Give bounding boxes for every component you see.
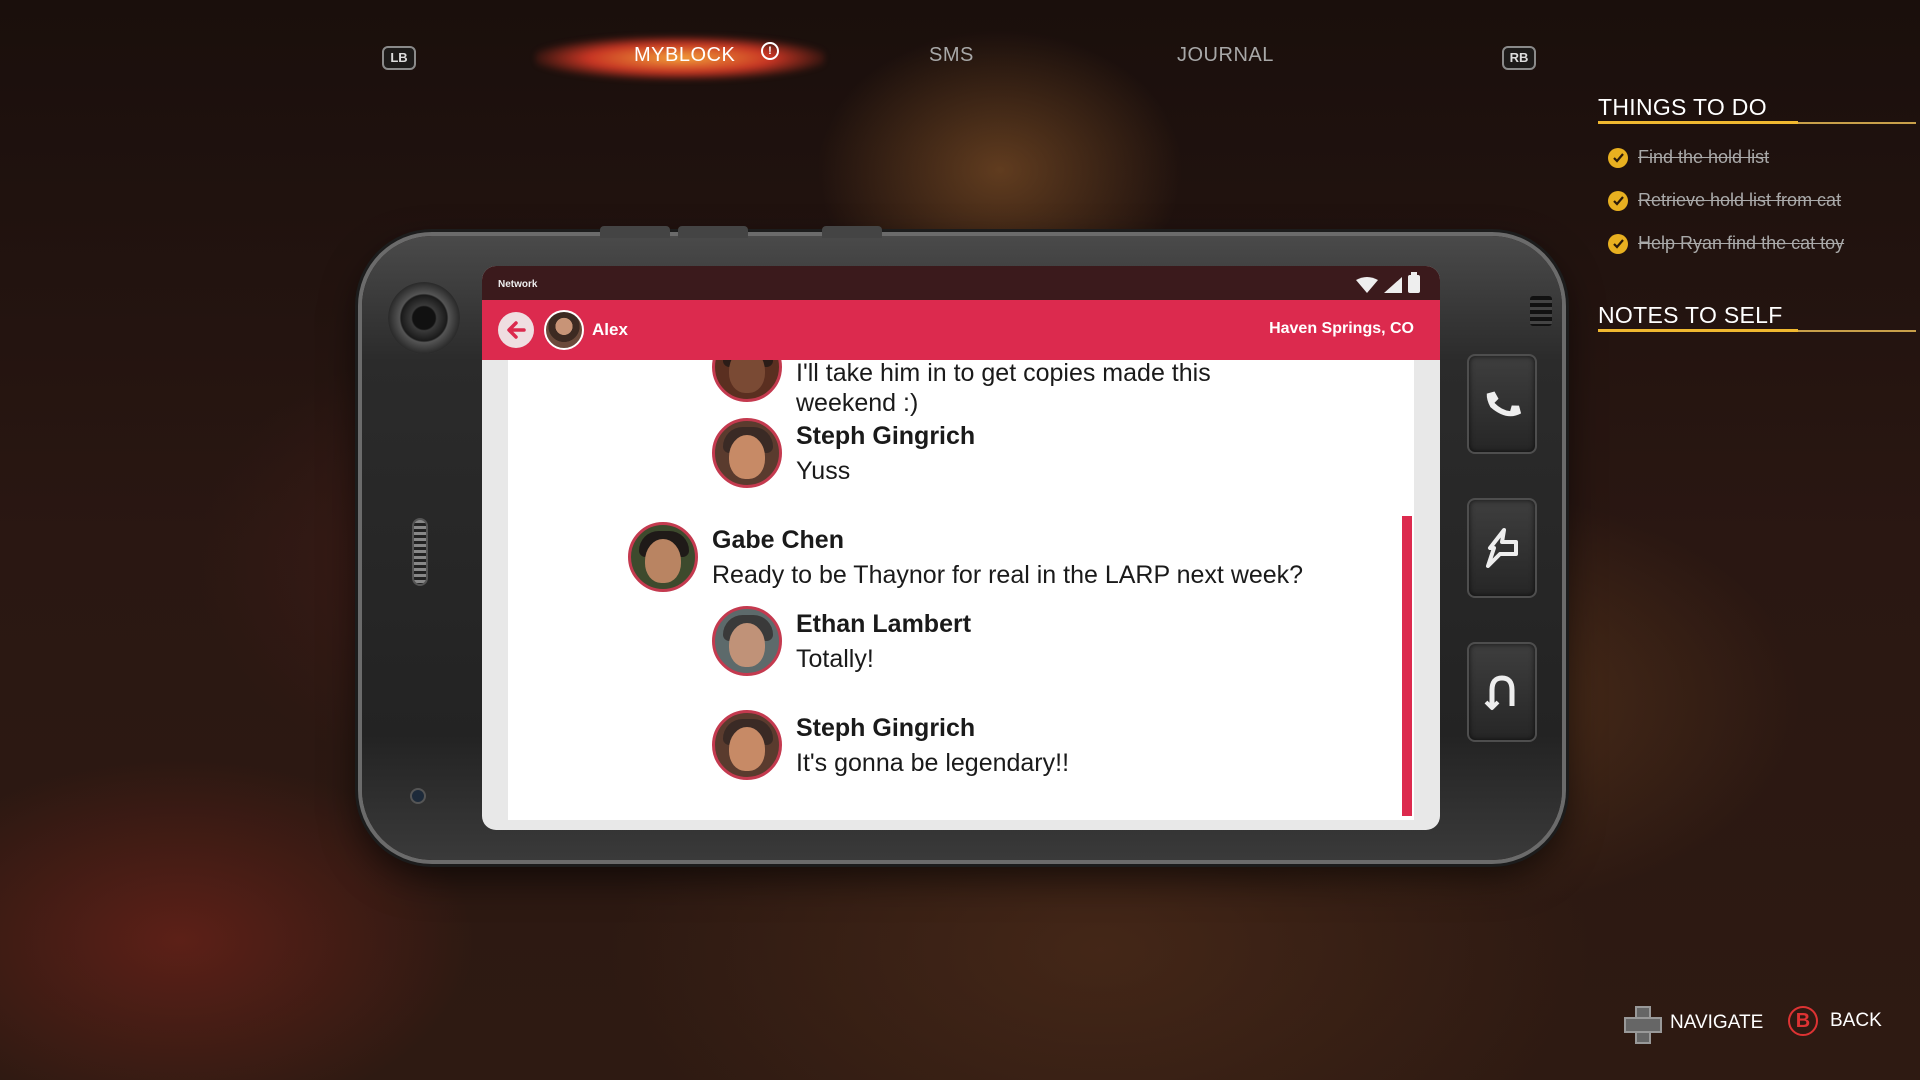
tab-journal[interactable]: JOURNAL bbox=[1177, 44, 1274, 67]
phone-screen: Network Alex Haven Springs, CO I'll take… bbox=[482, 266, 1440, 830]
camera-lens bbox=[388, 282, 460, 354]
back-arrow-button[interactable] bbox=[498, 312, 534, 348]
magnet-icon bbox=[1484, 675, 1515, 710]
todo-label: Help Ryan find the cat toy bbox=[1638, 233, 1845, 253]
phone-hardware-button bbox=[822, 226, 882, 238]
message-text: It's gonna be legendary!! bbox=[796, 749, 1070, 777]
contact-name: Alex bbox=[592, 320, 628, 339]
back-arrow-icon bbox=[507, 321, 526, 339]
check-icon bbox=[1608, 190, 1628, 211]
power-icon bbox=[1486, 528, 1518, 568]
check-icon bbox=[1608, 147, 1628, 168]
wifi-icon bbox=[1356, 277, 1378, 293]
back-label: BACK bbox=[1830, 1010, 1882, 1031]
todo-label: Retrieve hold list from cat bbox=[1638, 190, 1842, 210]
chat-thread[interactable]: I'll take him in to get copies made this… bbox=[508, 360, 1414, 820]
phone-sensor bbox=[410, 788, 426, 804]
magnet-button[interactable] bbox=[1467, 642, 1537, 742]
things-to-do-heading: THINGS TO DO bbox=[1598, 94, 1767, 120]
tab-myblock[interactable]: MYBLOCK bbox=[634, 44, 735, 67]
chat-header: Alex Haven Springs, CO bbox=[482, 300, 1440, 360]
navigate-label: NAVIGATE bbox=[1670, 1012, 1764, 1033]
todo-label: Find the hold list bbox=[1638, 147, 1770, 167]
alert-icon: ! bbox=[761, 42, 779, 60]
phone-vent bbox=[1530, 296, 1552, 326]
back-hint[interactable]: B BACK bbox=[1788, 1006, 1882, 1036]
speaker-grille bbox=[412, 518, 428, 586]
message-text: Ready to be Thaynor for real in the LARP… bbox=[712, 561, 1304, 589]
chat-scrollbar[interactable] bbox=[1402, 516, 1412, 816]
call-button[interactable] bbox=[1467, 354, 1537, 454]
phone-hardware-button bbox=[678, 226, 748, 238]
todo-item: Find the hold list bbox=[1608, 147, 1769, 168]
todo-item: Help Ryan find the cat toy bbox=[1608, 233, 1844, 254]
top-navigation: LB MYBLOCK ! SMS JOURNAL RB bbox=[0, 0, 1920, 100]
status-bar: Network bbox=[482, 266, 1440, 300]
navigate-hint: NAVIGATE bbox=[1624, 1006, 1764, 1044]
message-text: Totally! bbox=[796, 645, 874, 673]
b-button-icon: B bbox=[1788, 1006, 1818, 1036]
power-button[interactable] bbox=[1467, 498, 1537, 598]
sender-avatar bbox=[628, 522, 698, 592]
partial-avatar bbox=[712, 360, 782, 402]
phone-hardware-button bbox=[600, 226, 670, 238]
status-icons bbox=[1356, 272, 1420, 293]
sender-name: Steph Gingrich bbox=[796, 422, 976, 450]
phone-device: Network Alex Haven Springs, CO I'll take… bbox=[362, 226, 1562, 860]
tab-sms[interactable]: SMS bbox=[929, 44, 974, 67]
check-icon bbox=[1608, 233, 1628, 254]
todo-item: Retrieve hold list from cat bbox=[1608, 190, 1841, 211]
heading-rule-accent bbox=[1598, 329, 1798, 332]
sender-name: Ethan Lambert bbox=[796, 610, 972, 638]
notes-to-self-heading: NOTES TO SELF bbox=[1598, 302, 1783, 328]
sender-avatar bbox=[712, 606, 782, 676]
dpad-icon bbox=[1624, 1006, 1662, 1044]
sender-name: Gabe Chen bbox=[712, 526, 844, 554]
contact-avatar bbox=[544, 310, 584, 350]
rb-button[interactable]: RB bbox=[1502, 46, 1536, 70]
sender-name: Steph Gingrich bbox=[796, 714, 976, 742]
location-label: Haven Springs, CO bbox=[1269, 320, 1414, 337]
signal-icon bbox=[1384, 277, 1402, 293]
sender-avatar bbox=[712, 710, 782, 780]
lb-button[interactable]: LB bbox=[382, 46, 416, 70]
network-label: Network bbox=[498, 279, 538, 290]
battery-icon bbox=[1408, 272, 1420, 293]
heading-rule-accent bbox=[1598, 121, 1798, 124]
message-text: Yuss bbox=[796, 457, 851, 485]
sender-avatar bbox=[712, 418, 782, 488]
message-text: I'll take him in to get copies made this… bbox=[796, 360, 1211, 417]
phone-icon bbox=[1486, 391, 1522, 417]
